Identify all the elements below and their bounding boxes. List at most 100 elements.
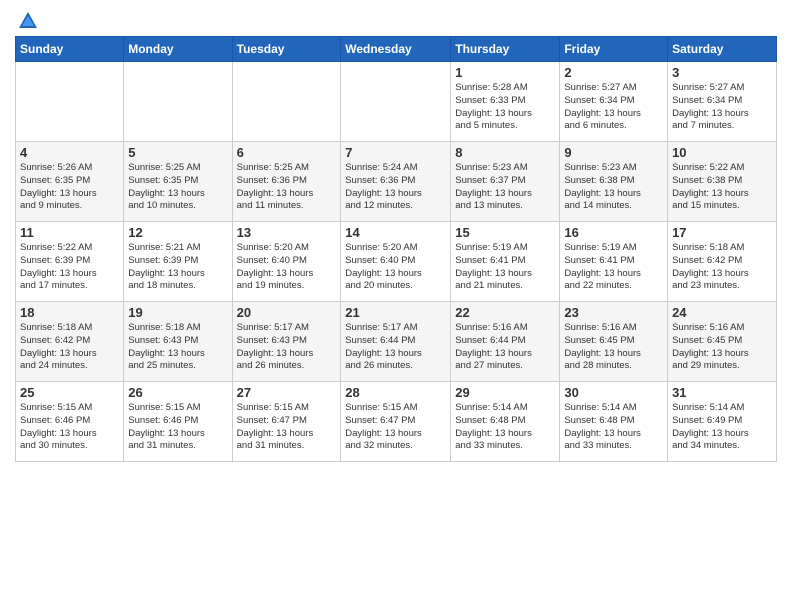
- day-cell: [232, 62, 341, 142]
- day-number: 26: [128, 385, 227, 400]
- day-number: 14: [345, 225, 446, 240]
- day-info: Sunrise: 5:28 AM Sunset: 6:33 PM Dayligh…: [455, 82, 555, 133]
- day-cell: 26 Sunrise: 5:15 AM Sunset: 6:46 PM Dayli…: [124, 382, 232, 462]
- day-info: Sunrise: 5:14 AM Sunset: 6:49 PM Dayligh…: [672, 402, 772, 453]
- day-number: 24: [672, 305, 772, 320]
- day-cell: 8 Sunrise: 5:23 AM Sunset: 6:37 PM Daylig…: [451, 142, 560, 222]
- weekday-header-tuesday: Tuesday: [232, 37, 341, 62]
- day-info: Sunrise: 5:23 AM Sunset: 6:37 PM Dayligh…: [455, 162, 555, 213]
- day-number: 23: [564, 305, 663, 320]
- day-number: 11: [20, 225, 119, 240]
- day-number: 2: [564, 65, 663, 80]
- weekday-header-wednesday: Wednesday: [341, 37, 451, 62]
- day-info: Sunrise: 5:15 AM Sunset: 6:46 PM Dayligh…: [20, 402, 119, 453]
- day-cell: 9 Sunrise: 5:23 AM Sunset: 6:38 PM Daylig…: [560, 142, 668, 222]
- day-number: 31: [672, 385, 772, 400]
- day-info: Sunrise: 5:18 AM Sunset: 6:43 PM Dayligh…: [128, 322, 227, 373]
- day-number: 18: [20, 305, 119, 320]
- day-cell: 22 Sunrise: 5:16 AM Sunset: 6:44 PM Dayli…: [451, 302, 560, 382]
- day-cell: 30 Sunrise: 5:14 AM Sunset: 6:48 PM Dayli…: [560, 382, 668, 462]
- day-number: 4: [20, 145, 119, 160]
- day-number: 21: [345, 305, 446, 320]
- day-cell: 5Sunrise: 5:25 AM Sunset: 6:35 PM Daylig…: [124, 142, 232, 222]
- day-info: Sunrise: 5:27 AM Sunset: 6:34 PM Dayligh…: [564, 82, 663, 133]
- day-cell: [124, 62, 232, 142]
- weekday-header-saturday: Saturday: [668, 37, 777, 62]
- day-number: 29: [455, 385, 555, 400]
- day-info: Sunrise: 5:16 AM Sunset: 6:45 PM Dayligh…: [564, 322, 663, 373]
- day-cell: 19 Sunrise: 5:18 AM Sunset: 6:43 PM Dayli…: [124, 302, 232, 382]
- day-cell: 3Sunrise: 5:27 AM Sunset: 6:34 PM Daylig…: [668, 62, 777, 142]
- day-info: Sunrise: 5:14 AM Sunset: 6:48 PM Dayligh…: [564, 402, 663, 453]
- weekday-header-monday: Monday: [124, 37, 232, 62]
- week-row-5: 25 Sunrise: 5:15 AM Sunset: 6:46 PM Dayli…: [16, 382, 777, 462]
- day-number: 8: [455, 145, 555, 160]
- day-cell: [341, 62, 451, 142]
- day-cell: 13Sunrise: 5:20 AM Sunset: 6:40 PM Dayli…: [232, 222, 341, 302]
- day-cell: 21 Sunrise: 5:17 AM Sunset: 6:44 PM Dayli…: [341, 302, 451, 382]
- day-cell: 1 Sunrise: 5:28 AM Sunset: 6:33 PM Daylig…: [451, 62, 560, 142]
- day-info: Sunrise: 5:15 AM Sunset: 6:46 PM Dayligh…: [128, 402, 227, 453]
- day-info: Sunrise: 5:22 AM Sunset: 6:38 PM Dayligh…: [672, 162, 772, 213]
- header: [15, 10, 777, 28]
- day-cell: 12Sunrise: 5:21 AM Sunset: 6:39 PM Dayli…: [124, 222, 232, 302]
- day-info: Sunrise: 5:23 AM Sunset: 6:38 PM Dayligh…: [564, 162, 663, 213]
- day-cell: 23 Sunrise: 5:16 AM Sunset: 6:45 PM Dayli…: [560, 302, 668, 382]
- day-number: 17: [672, 225, 772, 240]
- day-number: 30: [564, 385, 663, 400]
- day-info: Sunrise: 5:26 AM Sunset: 6:35 PM Dayligh…: [20, 162, 119, 213]
- day-number: 20: [237, 305, 337, 320]
- day-number: 25: [20, 385, 119, 400]
- day-cell: 14 Sunrise: 5:20 AM Sunset: 6:40 PM Dayli…: [341, 222, 451, 302]
- logo: [15, 10, 39, 28]
- day-number: 27: [237, 385, 337, 400]
- day-number: 13: [237, 225, 337, 240]
- day-cell: 11 Sunrise: 5:22 AM Sunset: 6:39 PM Dayli…: [16, 222, 124, 302]
- day-info: Sunrise: 5:15 AM Sunset: 6:47 PM Dayligh…: [237, 402, 337, 453]
- day-cell: 10 Sunrise: 5:22 AM Sunset: 6:38 PM Dayli…: [668, 142, 777, 222]
- day-cell: 20Sunrise: 5:17 AM Sunset: 6:43 PM Dayli…: [232, 302, 341, 382]
- day-cell: 29Sunrise: 5:14 AM Sunset: 6:48 PM Dayli…: [451, 382, 560, 462]
- day-cell: 28 Sunrise: 5:15 AM Sunset: 6:47 PM Dayli…: [341, 382, 451, 462]
- day-cell: 31 Sunrise: 5:14 AM Sunset: 6:49 PM Dayli…: [668, 382, 777, 462]
- day-cell: 18 Sunrise: 5:18 AM Sunset: 6:42 PM Dayli…: [16, 302, 124, 382]
- day-info: Sunrise: 5:18 AM Sunset: 6:42 PM Dayligh…: [20, 322, 119, 373]
- day-info: Sunrise: 5:20 AM Sunset: 6:40 PM Dayligh…: [345, 242, 446, 293]
- day-info: Sunrise: 5:15 AM Sunset: 6:47 PM Dayligh…: [345, 402, 446, 453]
- day-number: 1: [455, 65, 555, 80]
- day-cell: 17Sunrise: 5:18 AM Sunset: 6:42 PM Dayli…: [668, 222, 777, 302]
- day-cell: 6Sunrise: 5:25 AM Sunset: 6:36 PM Daylig…: [232, 142, 341, 222]
- day-info: Sunrise: 5:16 AM Sunset: 6:45 PM Dayligh…: [672, 322, 772, 373]
- weekday-header-thursday: Thursday: [451, 37, 560, 62]
- day-info: Sunrise: 5:25 AM Sunset: 6:35 PM Dayligh…: [128, 162, 227, 213]
- weekday-header-sunday: Sunday: [16, 37, 124, 62]
- calendar-table: SundayMondayTuesdayWednesdayThursdayFrid…: [15, 36, 777, 462]
- page: SundayMondayTuesdayWednesdayThursdayFrid…: [0, 0, 792, 612]
- week-row-2: 4 Sunrise: 5:26 AM Sunset: 6:35 PM Daylig…: [16, 142, 777, 222]
- day-cell: 25 Sunrise: 5:15 AM Sunset: 6:46 PM Dayli…: [16, 382, 124, 462]
- day-info: Sunrise: 5:19 AM Sunset: 6:41 PM Dayligh…: [564, 242, 663, 293]
- day-number: 10: [672, 145, 772, 160]
- day-number: 22: [455, 305, 555, 320]
- weekday-header-friday: Friday: [560, 37, 668, 62]
- day-number: 28: [345, 385, 446, 400]
- day-info: Sunrise: 5:17 AM Sunset: 6:44 PM Dayligh…: [345, 322, 446, 373]
- day-info: Sunrise: 5:21 AM Sunset: 6:39 PM Dayligh…: [128, 242, 227, 293]
- day-number: 6: [237, 145, 337, 160]
- day-cell: 27 Sunrise: 5:15 AM Sunset: 6:47 PM Dayli…: [232, 382, 341, 462]
- week-row-4: 18 Sunrise: 5:18 AM Sunset: 6:42 PM Dayli…: [16, 302, 777, 382]
- day-number: 7: [345, 145, 446, 160]
- day-number: 15: [455, 225, 555, 240]
- day-number: 3: [672, 65, 772, 80]
- day-cell: [16, 62, 124, 142]
- day-info: Sunrise: 5:16 AM Sunset: 6:44 PM Dayligh…: [455, 322, 555, 373]
- week-row-1: 1 Sunrise: 5:28 AM Sunset: 6:33 PM Daylig…: [16, 62, 777, 142]
- day-number: 9: [564, 145, 663, 160]
- weekday-header-row: SundayMondayTuesdayWednesdayThursdayFrid…: [16, 37, 777, 62]
- day-info: Sunrise: 5:22 AM Sunset: 6:39 PM Dayligh…: [20, 242, 119, 293]
- day-cell: 7Sunrise: 5:24 AM Sunset: 6:36 PM Daylig…: [341, 142, 451, 222]
- day-cell: 4 Sunrise: 5:26 AM Sunset: 6:35 PM Daylig…: [16, 142, 124, 222]
- day-number: 19: [128, 305, 227, 320]
- day-cell: 24 Sunrise: 5:16 AM Sunset: 6:45 PM Dayli…: [668, 302, 777, 382]
- day-cell: 2 Sunrise: 5:27 AM Sunset: 6:34 PM Daylig…: [560, 62, 668, 142]
